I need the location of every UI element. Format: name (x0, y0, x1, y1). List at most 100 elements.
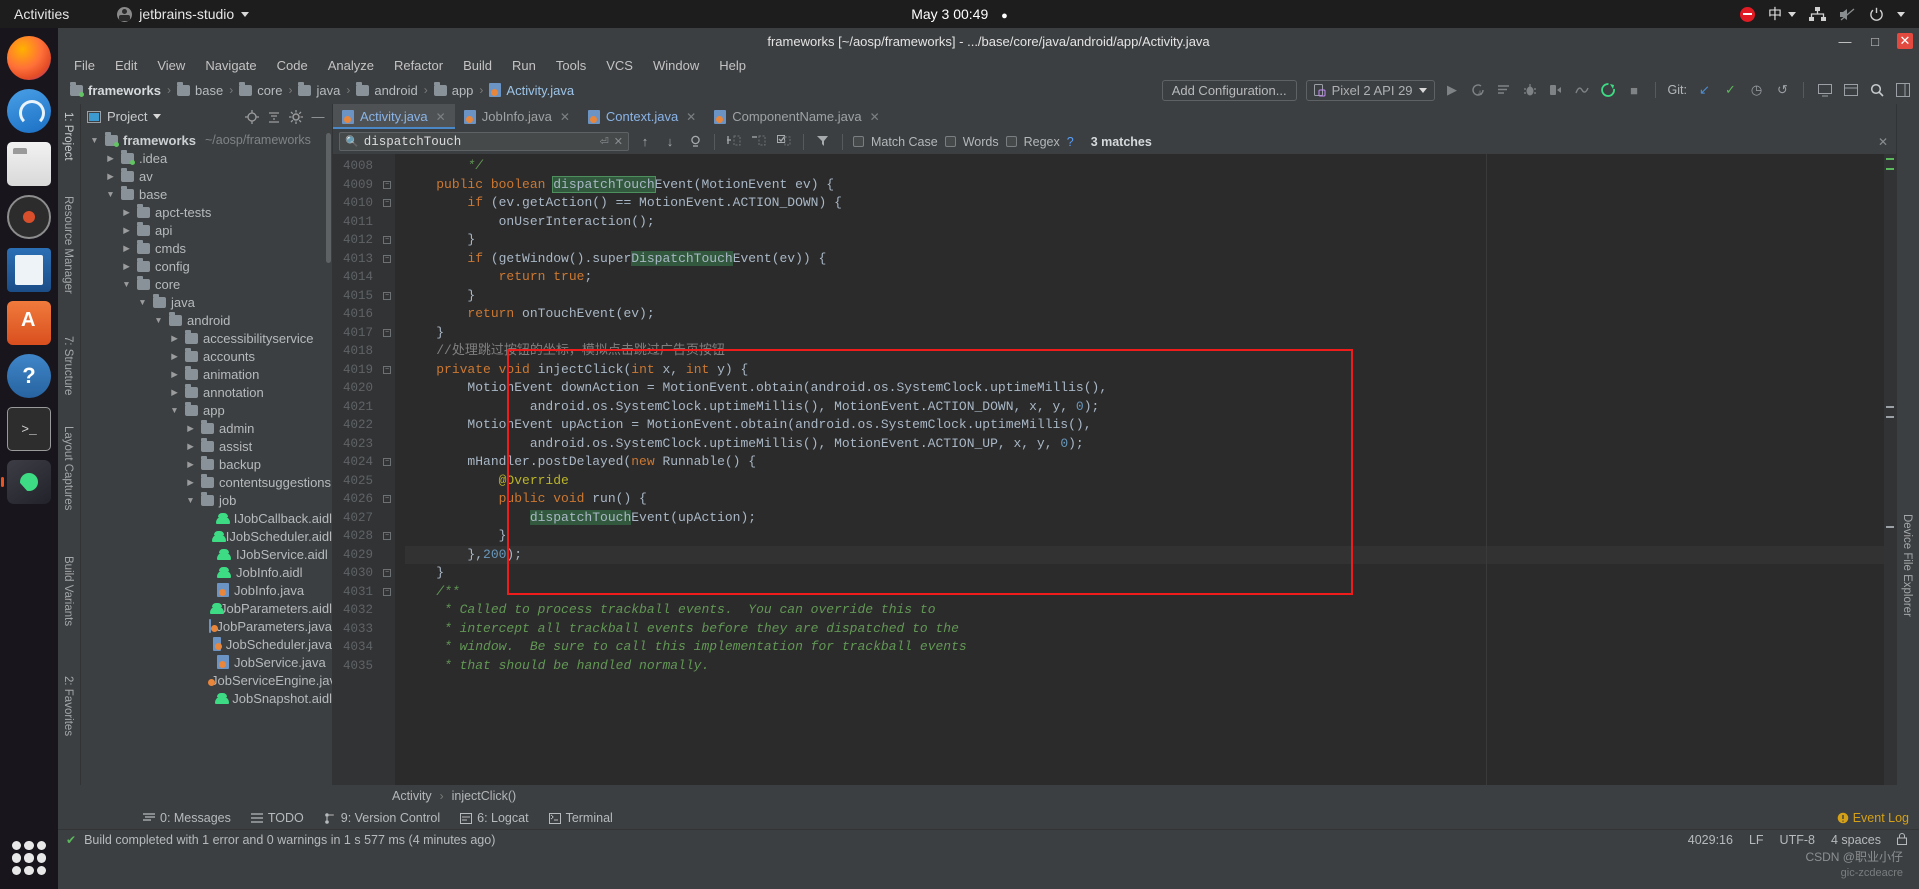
show-applications-button[interactable] (12, 841, 46, 875)
add-selection-icon[interactable] (725, 133, 743, 151)
code-line[interactable]: if (getWindow().superDispatchTouchEvent(… (405, 250, 1896, 269)
tree-item-ijobcallback-aidl[interactable]: IJobCallback.aidl (81, 509, 332, 527)
tree-item-config[interactable]: ▶ config (81, 257, 332, 275)
code-line[interactable]: if (ev.getAction() == MotionEvent.ACTION… (405, 194, 1896, 213)
add-configuration-button[interactable]: Add Configuration... (1161, 79, 1297, 101)
network-icon[interactable] (1809, 6, 1826, 22)
editor-tab-activity-java[interactable]: Activity.java ✕ (333, 104, 455, 129)
error-stripe[interactable] (1884, 154, 1896, 785)
stop-icon[interactable]: ■ (1626, 82, 1643, 99)
tree-item-idea[interactable]: ▶ .idea (81, 149, 332, 167)
dock-item-files[interactable] (7, 142, 51, 186)
tree-item-job[interactable]: ▼ job (81, 491, 332, 509)
code-line[interactable]: } (405, 287, 1896, 306)
tree-item-cmds[interactable]: ▶ cmds (81, 239, 332, 257)
profiler-icon[interactable] (1574, 82, 1591, 99)
tree-item-jobparameters-java[interactable]: JobParameters.java (81, 617, 332, 635)
editor-tab-componentname-java[interactable]: ComponentName.java ✕ (705, 104, 888, 129)
collapse-all-icon[interactable] (266, 109, 282, 125)
code-line[interactable]: MotionEvent downAction = MotionEvent.obt… (405, 379, 1896, 398)
code-line[interactable]: } (405, 231, 1896, 250)
fold-toggle-icon[interactable]: − (383, 495, 391, 504)
dock-item-android-studio[interactable] (1, 460, 51, 504)
tree-item-jobparameters-aidl[interactable]: JobParameters.aidl (81, 599, 332, 617)
attach-debugger-icon[interactable] (1548, 82, 1565, 99)
code-line[interactable]: * Called to process trackball events. Yo… (405, 601, 1896, 620)
editor-tab-context-java[interactable]: Context.java ✕ (579, 104, 705, 129)
chevron-down-icon[interactable] (1897, 11, 1905, 17)
tool-tab-resource-manager[interactable]: Resource Manager (62, 196, 74, 294)
volume-muted-icon[interactable] (1839, 7, 1856, 22)
git-update-icon[interactable]: ↙ (1696, 82, 1713, 99)
tree-item-contentsuggestions[interactable]: ▶ contentsuggestions (81, 473, 332, 491)
code-line[interactable]: //处理跳过按钮的坐标，模拟点击跳过广告页按钮 (405, 342, 1896, 361)
close-icon[interactable]: ✕ (870, 110, 880, 124)
regex-checkbox[interactable] (1005, 136, 1017, 147)
close-icon[interactable]: ✕ (560, 110, 570, 124)
code-line[interactable]: * window. Be sure to call this implement… (405, 638, 1896, 657)
code-line[interactable]: } (405, 324, 1896, 343)
menu-window[interactable]: Window (653, 58, 699, 73)
expand-arrow-icon[interactable]: ▶ (169, 333, 180, 344)
minimize-button[interactable]: — (1837, 33, 1853, 49)
hide-panel-icon[interactable]: — (310, 109, 326, 125)
dock-item-libreoffice-writer[interactable] (7, 248, 51, 292)
breadcrumb-frameworks[interactable]: frameworks (66, 82, 165, 98)
code-line[interactable]: * intercept all trackball events before … (405, 620, 1896, 639)
expand-arrow-icon[interactable]: ▶ (185, 459, 196, 470)
debug-attach-icon[interactable]: A (1470, 82, 1487, 99)
git-history-icon[interactable]: ◷ (1748, 82, 1765, 99)
expand-arrow-icon[interactable]: ▶ (121, 207, 132, 218)
code-line[interactable]: onUserInteraction(); (405, 213, 1896, 232)
indent-setting[interactable]: 4 spaces (1831, 833, 1881, 847)
close-find-icon[interactable]: ✕ (1878, 135, 1888, 149)
menu-view[interactable]: View (157, 58, 185, 73)
expand-arrow-icon[interactable]: ▶ (169, 369, 180, 380)
collapse-arrow-icon[interactable]: ▼ (105, 189, 116, 199)
search-icon[interactable] (1868, 82, 1885, 99)
menu-help[interactable]: Help (719, 58, 746, 73)
tree-item-jobservice-java[interactable]: JobService.java (81, 653, 332, 671)
fold-toggle-icon[interactable]: − (383, 365, 391, 374)
project-scrollbar[interactable] (326, 133, 331, 263)
tool-button-version-control[interactable]: 9: Version Control (324, 811, 440, 825)
words-label[interactable]: Words (963, 135, 999, 149)
fold-toggle-icon[interactable]: − (383, 328, 391, 337)
collapse-arrow-icon[interactable]: ▼ (121, 279, 132, 289)
tool-tab-device-file-explorer[interactable]: Device File Explorer (1901, 514, 1913, 617)
maximize-button[interactable]: □ (1867, 33, 1883, 49)
remove-selection-icon[interactable] (750, 133, 768, 151)
code-line[interactable]: * that should be handled normally. (405, 657, 1896, 676)
profile-bug-icon[interactable] (1522, 82, 1539, 99)
tree-item-jobscheduler-java[interactable]: JobScheduler.java (81, 635, 332, 653)
code-line[interactable]: MotionEvent upAction = MotionEvent.obtai… (405, 416, 1896, 435)
fold-toggle-icon[interactable]: − (383, 199, 391, 208)
expand-arrow-icon[interactable]: ▶ (105, 153, 116, 164)
expand-arrow-icon[interactable]: ▶ (105, 171, 116, 182)
file-encoding[interactable]: UTF-8 (1780, 833, 1815, 847)
menu-edit[interactable]: Edit (115, 58, 137, 73)
tree-item-accessibilityservice[interactable]: ▶ accessibilityservice (81, 329, 332, 347)
run-icon[interactable]: ▶ (1444, 82, 1461, 99)
layout-icon[interactable] (1894, 82, 1911, 99)
sync-gradle-icon[interactable] (1600, 82, 1617, 99)
select-all-occurrences-icon[interactable] (686, 133, 704, 151)
fold-toggle-icon[interactable]: − (383, 458, 391, 467)
device-manager-icon[interactable] (1816, 82, 1833, 99)
fold-toggle-icon[interactable]: − (383, 587, 391, 596)
expand-arrow-icon[interactable]: ▶ (185, 441, 196, 452)
dock-item-rhythmbox[interactable] (7, 195, 51, 239)
code-line[interactable]: dispatchTouchEvent(upAction); (405, 509, 1896, 528)
close-button[interactable]: ✕ (1897, 33, 1913, 49)
lock-icon[interactable] (1897, 832, 1907, 848)
code-line[interactable]: /** (405, 583, 1896, 602)
fold-gutter[interactable]: − − − − − − − − − − − − (379, 154, 395, 785)
git-rollback-icon[interactable]: ↺ (1774, 82, 1791, 99)
tool-button-todo[interactable]: TODO (250, 811, 304, 825)
code-editor[interactable]: 4008 4009 4010 4011 4012 4013 4014 4015 4016 4017… (333, 154, 1896, 785)
words-checkbox[interactable] (944, 136, 956, 147)
tree-item-ijobservice-aidl[interactable]: IJobService.aidl (81, 545, 332, 563)
menu-code[interactable]: Code (277, 58, 308, 73)
device-selector[interactable]: Pixel 2 API 29 (1305, 79, 1435, 101)
source-code[interactable]: */ public boolean dispatchTouchEvent(Mot… (395, 154, 1896, 785)
